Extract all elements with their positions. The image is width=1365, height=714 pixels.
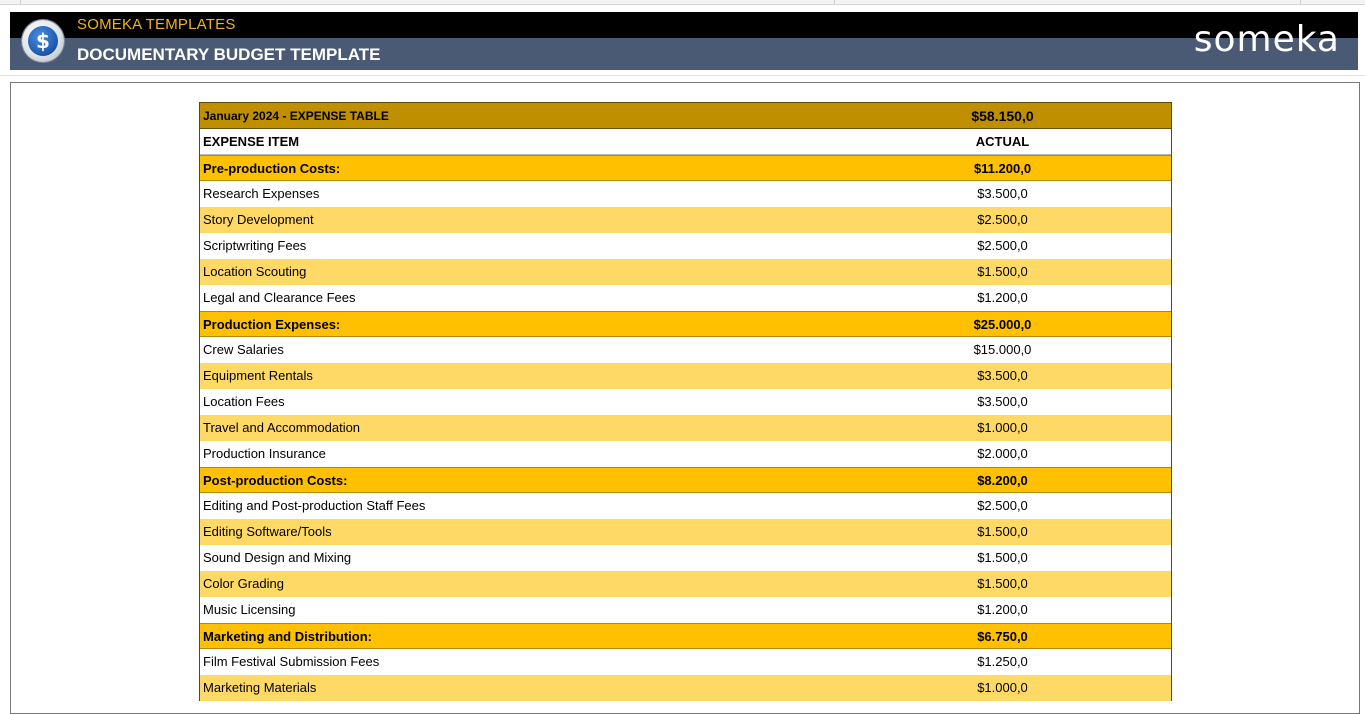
- expense-item-label: Marketing Materials: [203, 680, 317, 695]
- table-row[interactable]: Legal and Clearance Fees $1.200,0: [200, 285, 1171, 311]
- category-label: Pre-production Costs:: [203, 161, 341, 176]
- table-row[interactable]: Color Grading $1.500,0: [200, 571, 1171, 597]
- category-label: Marketing and Distribution:: [203, 629, 372, 644]
- expense-item-label: Legal and Clearance Fees: [203, 290, 356, 305]
- page-title: DOCUMENTARY BUDGET TEMPLATE: [77, 45, 381, 64]
- expense-table: January 2024 - EXPENSE TABLE $58.150,0 E…: [199, 102, 1172, 701]
- template-header: $ SOMEKA TEMPLATES DOCUMENTARY BUDGET TE…: [10, 12, 1358, 70]
- expense-table-title: January 2024 - EXPENSE TABLE: [203, 109, 389, 123]
- expense-item-label: Scriptwriting Fees: [203, 238, 307, 253]
- table-row[interactable]: Location Fees $3.500,0: [200, 389, 1171, 415]
- expense-item-label: Production Insurance: [203, 446, 326, 461]
- category-row[interactable]: Pre-production Costs: $11.200,0: [200, 155, 1171, 181]
- expense-item-label: Location Scouting: [203, 264, 307, 279]
- expense-item-label: Travel and Accommodation: [203, 420, 361, 435]
- table-row[interactable]: Equipment Rentals $3.500,0: [200, 363, 1171, 389]
- table-row[interactable]: Film Festival Submission Fees $1.250,0: [200, 649, 1171, 675]
- spreadsheet-column-strip: [0, 0, 1365, 5]
- divider: [0, 75, 1365, 76]
- table-row[interactable]: Marketing Materials $1.000,0: [200, 675, 1171, 701]
- expense-item-label: Location Fees: [203, 394, 285, 409]
- expense-item-label: Crew Salaries: [203, 342, 284, 357]
- expense-item-label: Equipment Rentals: [203, 368, 313, 383]
- category-row[interactable]: Marketing and Distribution: $6.750,0: [200, 623, 1171, 649]
- expense-item-label: Editing and Post-production Staff Fees: [203, 498, 426, 513]
- category-row[interactable]: Production Expenses: $25.000,0: [200, 311, 1171, 337]
- column-header-row[interactable]: EXPENSE ITEM ACTUAL: [200, 129, 1171, 155]
- table-row[interactable]: Story Development $2.500,0: [200, 207, 1171, 233]
- table-row[interactable]: Editing Software/Tools $1.500,0: [200, 519, 1171, 545]
- dollar-sign-glyph: $: [28, 26, 58, 56]
- column-header-item: EXPENSE ITEM: [203, 134, 300, 149]
- table-row[interactable]: Sound Design and Mixing $1.500,0: [200, 545, 1171, 571]
- category-row[interactable]: Post-production Costs: $8.200,0: [200, 467, 1171, 493]
- expense-item-label: Color Grading: [203, 576, 284, 591]
- table-row[interactable]: Location Scouting $1.500,0: [200, 259, 1171, 285]
- expense-item-label: Sound Design and Mixing: [203, 550, 352, 565]
- someka-logo[interactable]: someka: [1194, 20, 1340, 60]
- brand-label: SOMEKA TEMPLATES: [77, 16, 236, 33]
- category-label: Post-production Costs:: [203, 473, 348, 488]
- table-row[interactable]: Production Insurance $2.000,0: [200, 441, 1171, 467]
- table-row[interactable]: Editing and Post-production Staff Fees $2…: [200, 493, 1171, 519]
- category-label: Production Expenses:: [203, 317, 341, 332]
- table-row[interactable]: Research Expenses $3.500,0: [200, 181, 1171, 207]
- expense-item-label: Story Development: [203, 212, 314, 227]
- expense-item-label: Research Expenses: [203, 186, 320, 201]
- table-row[interactable]: Travel and Accommodation $1.000,0: [200, 415, 1171, 441]
- table-row[interactable]: Crew Salaries $15.000,0: [200, 337, 1171, 363]
- table-row[interactable]: Scriptwriting Fees $2.500,0: [200, 233, 1171, 259]
- expense-table-title-row[interactable]: January 2024 - EXPENSE TABLE $58.150,0: [200, 103, 1171, 129]
- expense-item-label: Editing Software/Tools: [203, 524, 332, 539]
- dollar-coin-icon: $: [22, 20, 64, 62]
- expense-item-label: Music Licensing: [203, 602, 296, 617]
- table-row[interactable]: Music Licensing $1.200,0: [200, 597, 1171, 623]
- expense-item-label: Film Festival Submission Fees: [203, 654, 380, 669]
